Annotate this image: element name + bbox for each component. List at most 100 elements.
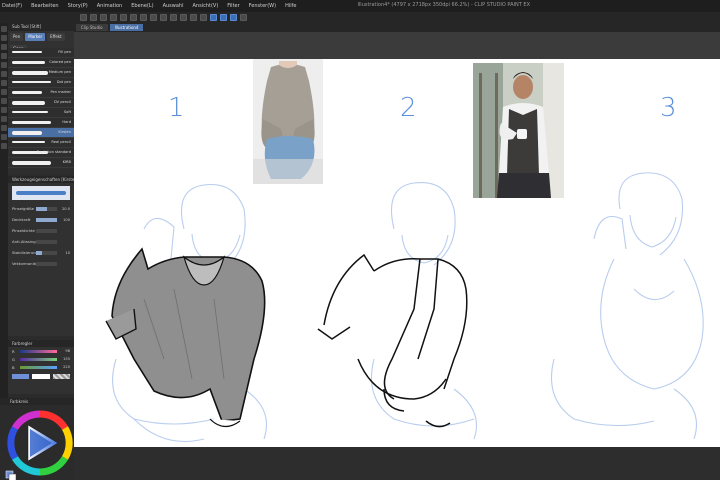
color-slider-row[interactable]: R 98 xyxy=(8,347,74,355)
figure-tool-icon[interactable] xyxy=(1,134,7,140)
snap-grid-icon[interactable] xyxy=(230,14,237,21)
menu-hilfe[interactable]: Hilfe xyxy=(285,3,296,9)
tool-property-label: Deckkraft xyxy=(12,217,31,222)
brush-item[interactable]: Soft xyxy=(8,108,74,118)
move-tool-icon[interactable] xyxy=(1,35,7,41)
grid-icon[interactable] xyxy=(200,14,207,21)
fill-icon[interactable] xyxy=(180,14,187,21)
snap-ruler-icon[interactable] xyxy=(210,14,217,21)
color-slider-row[interactable]: B 220 xyxy=(8,363,74,371)
menu-auswahl[interactable]: Auswahl xyxy=(163,3,184,9)
color-swatches xyxy=(8,371,74,382)
brush-stroke-preview-icon xyxy=(12,81,51,83)
tool-property-row[interactable]: Vektormonitor xyxy=(8,258,74,269)
color-slider-track[interactable] xyxy=(20,349,57,353)
redo-icon[interactable] xyxy=(120,14,127,21)
sub-color-swatch[interactable] xyxy=(32,374,50,379)
zoom-tool-icon[interactable] xyxy=(1,26,7,32)
tool-property-slider[interactable] xyxy=(36,239,57,244)
menu-filter[interactable]: Filter xyxy=(227,3,239,9)
canvas-tab-clip-studio[interactable]: Clip Studio xyxy=(76,24,108,31)
tool-property-slider[interactable] xyxy=(36,228,57,233)
brush-item[interactable]: Pen marker xyxy=(8,88,74,98)
canvas-tab-illustration[interactable]: Illustration4 xyxy=(109,24,144,31)
menu-bearbeiten[interactable]: Bearbeiten xyxy=(31,3,58,9)
brush-item-label: Pen marker xyxy=(50,90,72,94)
tool-property-row[interactable]: Pinselgröße 20.0 xyxy=(8,203,74,214)
brush-item[interactable]: Colored pen xyxy=(8,58,74,68)
color-slider-title: Farbregler xyxy=(8,340,74,347)
save-icon[interactable] xyxy=(100,14,107,21)
deselect-icon[interactable] xyxy=(150,14,157,21)
eraser-tool-icon[interactable] xyxy=(1,98,7,104)
menu-fenster[interactable]: Fenster(W) xyxy=(249,3,276,9)
menu-story[interactable]: Story(P) xyxy=(68,3,88,9)
snap-special-ruler-icon[interactable] xyxy=(220,14,227,21)
subtool-tab-pen[interactable]: Pen xyxy=(10,33,24,41)
brush-item[interactable]: Dot pen xyxy=(8,78,74,88)
color-slider-track[interactable] xyxy=(20,357,57,361)
clear-icon[interactable] xyxy=(130,14,137,21)
tool-property-slider[interactable] xyxy=(36,217,57,222)
canvas-tab-bar: Clip Studio Illustration4 xyxy=(74,23,720,32)
menu-ebene[interactable]: Ebene(L) xyxy=(131,3,153,9)
tool-property-row[interactable]: Anti-Aliasing xyxy=(8,236,74,247)
subtool-tab-marker[interactable]: Marker xyxy=(25,33,46,41)
brush-item[interactable]: Hard xyxy=(8,118,74,128)
brush-item-label: Dot pen xyxy=(56,80,71,84)
undo-icon[interactable] xyxy=(110,14,117,21)
invert-selection-icon[interactable] xyxy=(160,14,167,21)
crop-icon[interactable] xyxy=(170,14,177,21)
airbrush-tool-icon[interactable] xyxy=(1,89,7,95)
color-slider-label: G xyxy=(12,356,15,362)
ruler-icon[interactable] xyxy=(190,14,197,21)
color-slider-label: R xyxy=(12,348,15,354)
color-wheel[interactable] xyxy=(0,405,74,480)
brush-item-label: KIRB xyxy=(62,160,71,164)
brush-tool-icon[interactable] xyxy=(1,80,7,86)
color-slider-track[interactable] xyxy=(20,365,57,369)
brush-item[interactable]: Dantalion standard xyxy=(8,148,74,158)
new-file-icon[interactable] xyxy=(80,14,87,21)
menu-animation[interactable]: Animation xyxy=(97,3,123,9)
eyedropper-tool-icon[interactable] xyxy=(1,53,7,59)
drawing-canvas[interactable]: 1 2 3 xyxy=(74,59,720,447)
main-color-swatch[interactable] xyxy=(12,374,30,379)
brush-item[interactable]: Fill pen xyxy=(8,48,74,58)
subtool-tab-effekt[interactable]: Effekt xyxy=(47,33,65,41)
blend-tool-icon[interactable] xyxy=(1,107,7,113)
tool-property-slider[interactable] xyxy=(36,261,57,266)
brush-item[interactable]: DV pencil xyxy=(8,98,74,108)
sweater-drawing xyxy=(105,247,266,428)
brush-item-label: Soft xyxy=(63,110,71,114)
menu-ansicht[interactable]: Ansicht(V) xyxy=(192,3,218,9)
fill-tool-icon[interactable] xyxy=(1,116,7,122)
text-tool-icon[interactable] xyxy=(1,143,7,149)
tool-property-row[interactable]: Deckkraft 100 xyxy=(8,214,74,225)
tool-property-slider[interactable] xyxy=(36,206,57,211)
tool-property-row[interactable]: Pinseldichte xyxy=(8,225,74,236)
color-wheel-title: Farbkreis xyxy=(0,398,74,405)
color-slider-panel: Farbregler R 98 G 155 B 220 xyxy=(8,340,74,394)
open-file-icon[interactable] xyxy=(90,14,97,21)
settings-icon[interactable] xyxy=(240,14,247,21)
transparent-color-swatch[interactable] xyxy=(52,374,70,379)
color-slider-value: 98 xyxy=(65,349,70,353)
brush-item[interactable]: KIRB xyxy=(8,158,74,168)
brush-item-label: Kirsten xyxy=(58,130,71,134)
brush-item[interactable]: Medium pen xyxy=(8,68,74,78)
gradient-tool-icon[interactable] xyxy=(1,125,7,131)
figure-sketch-2 xyxy=(370,181,478,440)
transform-icon[interactable] xyxy=(140,14,147,21)
brush-item[interactable]: Kirsten xyxy=(8,128,74,138)
subtool-tabs: Pen Marker Effekt xyxy=(8,31,74,43)
pen-tool-icon[interactable] xyxy=(1,62,7,68)
color-slider-row[interactable]: G 155 xyxy=(8,355,74,363)
select-tool-icon[interactable] xyxy=(1,44,7,50)
menu-datei[interactable]: Datei(F) xyxy=(2,3,22,9)
tool-property-row[interactable]: Stabilisierung 10 xyxy=(8,247,74,258)
pencil-tool-icon[interactable] xyxy=(1,71,7,77)
tool-property-slider[interactable] xyxy=(36,250,57,255)
brush-item[interactable]: Real pencil xyxy=(8,138,74,148)
brush-stroke-preview-icon xyxy=(12,61,45,64)
